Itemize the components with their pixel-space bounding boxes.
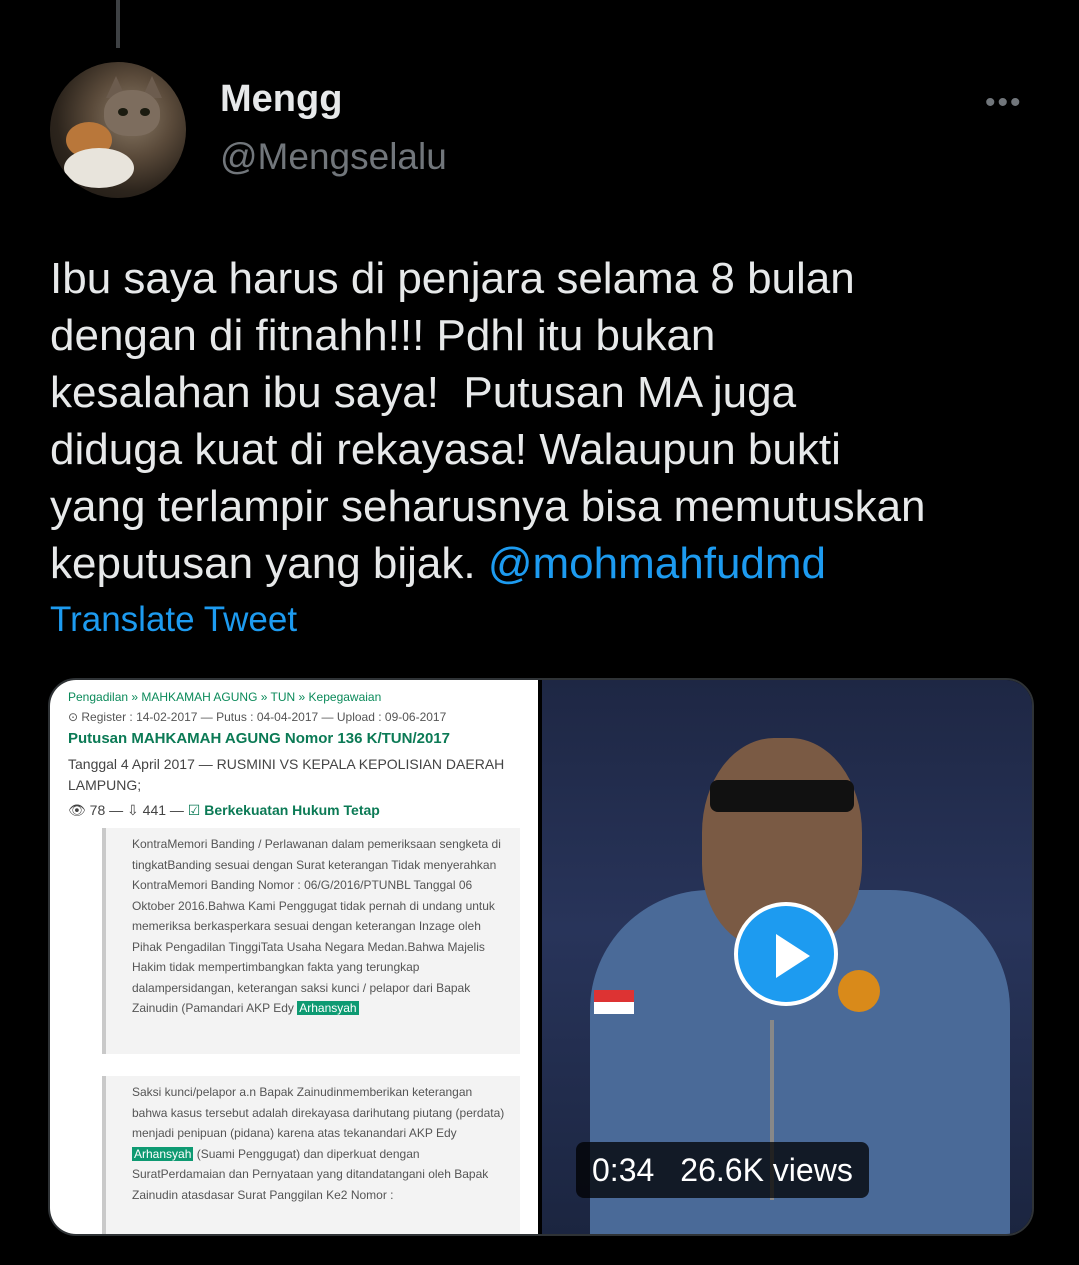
document-quote: Saksi kunci/pelapor a.n Bapak Zainudinme…: [102, 1076, 520, 1234]
avatar[interactable]: [50, 62, 186, 198]
tweet-text-line: diduga kuat di rekayasa! Walaupun bukti: [50, 425, 841, 474]
more-options-icon[interactable]: •••: [985, 86, 1023, 120]
video-info-badge: 0:34 26.6K views: [576, 1142, 869, 1198]
display-name[interactable]: Mengg: [220, 78, 342, 121]
mention-link[interactable]: @mohmahfudmd: [488, 539, 826, 588]
translate-tweet-link[interactable]: Translate Tweet: [50, 600, 297, 640]
video-duration: 0:34: [592, 1152, 655, 1188]
check-icon: ☑: [187, 802, 201, 818]
status-label: Berkekuatan Hukum Tetap: [204, 802, 380, 818]
highlight-term: Arhansyah: [132, 1146, 194, 1161]
tweet-text-last-line: keputusan yang bijak. @mohmahfudmd: [50, 535, 1050, 592]
thread-connector-line: [116, 0, 120, 48]
media-attachment[interactable]: Pengadilan » MAHKAMAH AGUNG » TUN » Kepe…: [48, 678, 1034, 1236]
play-icon[interactable]: [734, 902, 838, 1006]
user-handle[interactable]: @Mengselalu: [220, 136, 447, 178]
highlight-term: Arhansyah: [297, 1001, 359, 1015]
tweet-text-line: Ibu saya harus di penjara selama 8 bulan: [50, 254, 855, 303]
document-quote: KontraMemori Banding / Perlawanan dalam …: [102, 828, 520, 1054]
downloads-count: 441: [142, 802, 167, 818]
document-date-line: Tanggal 4 April 2017 — RUSMINI VS KEPALA…: [68, 756, 505, 793]
tweet-text-line: yang terlampir seharusnya bisa memutuska…: [50, 482, 926, 531]
video-views: 26.6K views: [680, 1152, 853, 1188]
eye-icon: 👁: [68, 802, 86, 818]
download-icon: ⇩: [127, 802, 139, 818]
document-title: Putusan MAHKAMAH AGUNG Nomor 136 K/TUN/2…: [68, 730, 450, 747]
document-stats: 👁 78 — ⇩ 441 — ☑ Berkekuatan Hukum Tetap: [68, 802, 380, 818]
document-meta: ⊙ Register : 14-02-2017 — Putus : 04-04-…: [68, 710, 447, 724]
views-count: 78: [89, 802, 106, 818]
tweet-text-line: dengan di fitnahh!!! Pdhl itu bukan: [50, 311, 716, 360]
document-image[interactable]: Pengadilan » MAHKAMAH AGUNG » TUN » Kepe…: [50, 680, 538, 1234]
tweet-text-line: kesalahan ibu saya! Putusan MA juga: [50, 368, 797, 417]
document-breadcrumb: Pengadilan » MAHKAMAH AGUNG » TUN » Kepe…: [68, 690, 382, 704]
tweet-text-line: keputusan yang bijak.: [50, 539, 488, 588]
tweet-text: Ibu saya harus di penjara selama 8 bulan…: [50, 250, 1050, 592]
